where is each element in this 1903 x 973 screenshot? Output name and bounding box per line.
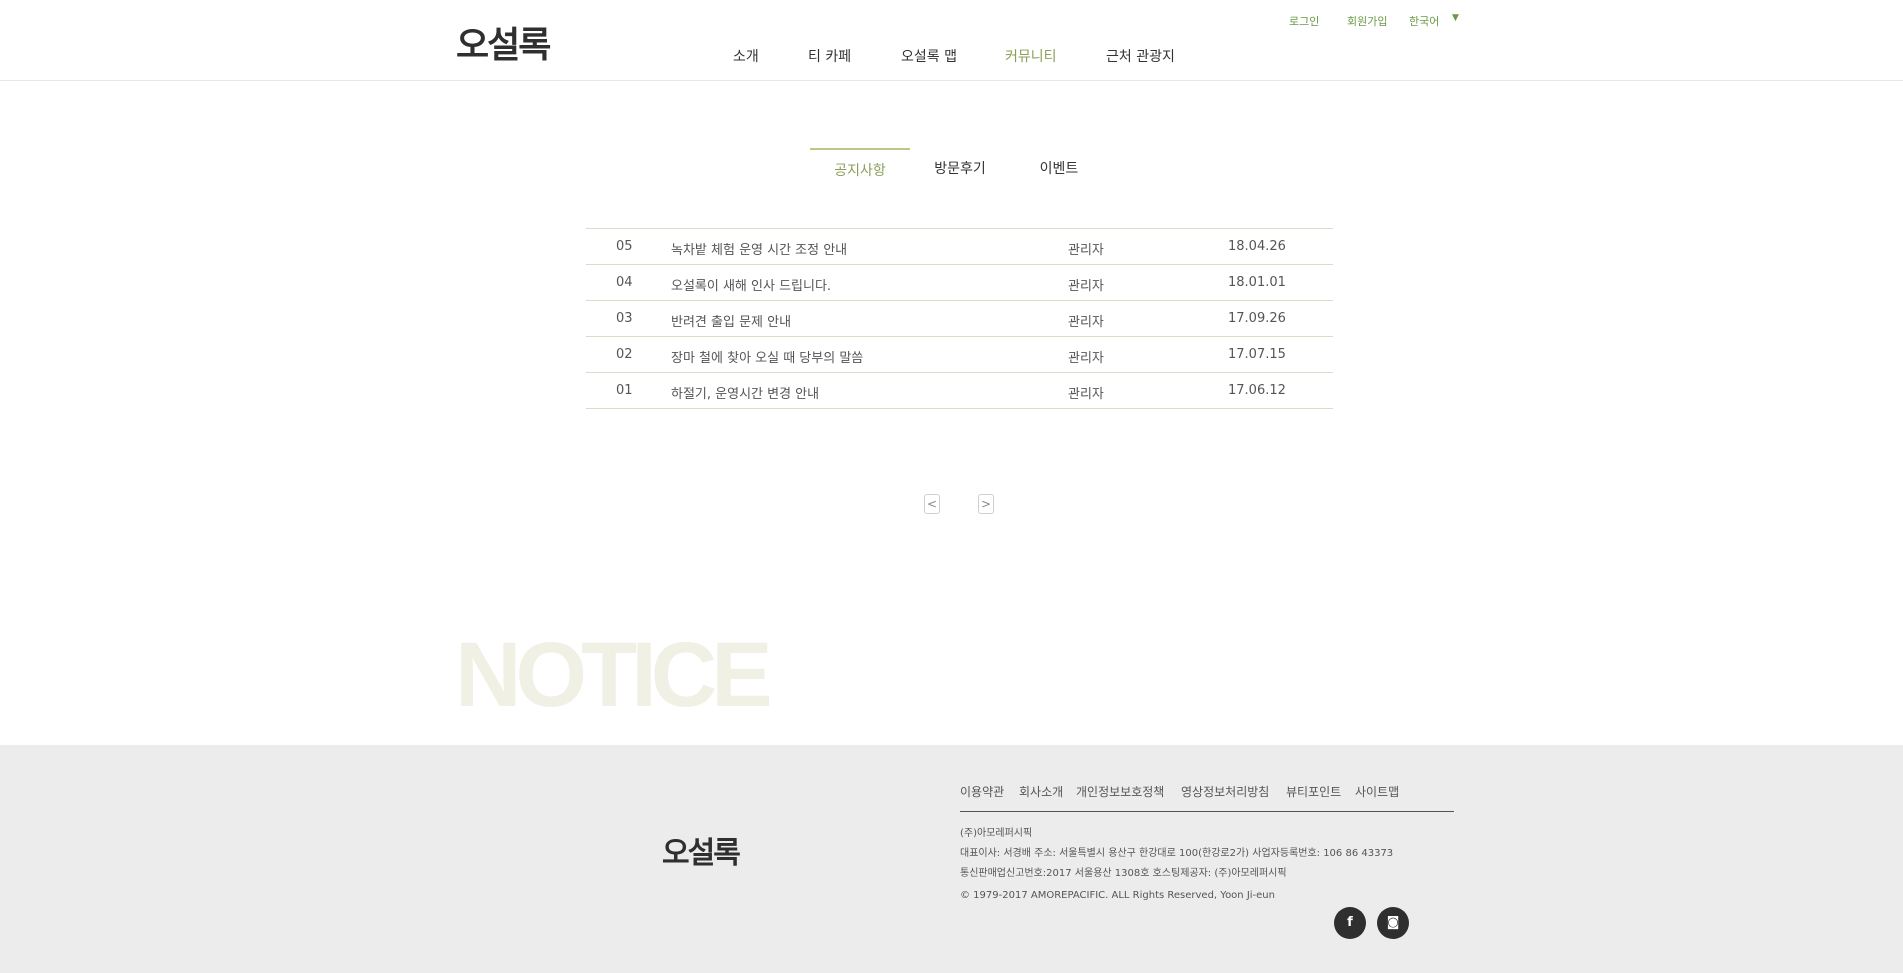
- row-date: 17.09.26: [1228, 311, 1286, 326]
- facebook-icon[interactable]: f: [1334, 907, 1366, 939]
- row-writer: 관리자: [1068, 315, 1104, 330]
- prev-page-button[interactable]: <: [924, 494, 940, 514]
- nav-item-intro[interactable]: 소개: [733, 46, 759, 66]
- table-row[interactable]: 02 장마 철에 찾아 오실 때 당부의 말씀 관리자 17.07.15: [586, 337, 1333, 373]
- main-nav: 소개 티 카페 오설록 맵 커뮤니티 근처 관광지: [0, 46, 1903, 66]
- footer-company: (주)아모레퍼시픽: [960, 828, 1033, 839]
- row-writer: 관리자: [1068, 387, 1104, 402]
- site-header: 오설록 소개 티 카페 오설록 맵 커뮤니티 근처 관광지 로그인 회원가입 한…: [0, 0, 1903, 81]
- table-row[interactable]: 01 하절기, 운영시간 변경 안내 관리자 17.06.12: [586, 373, 1333, 409]
- footer-link-beauty-point[interactable]: 뷰티포인트: [1286, 783, 1341, 800]
- row-title[interactable]: 하절기, 운영시간 변경 안내: [671, 383, 819, 402]
- row-number: 05: [616, 239, 633, 254]
- footer-divider: [960, 811, 1454, 812]
- table-row[interactable]: 05 녹차밭 체험 운영 시간 조정 안내 관리자 18.04.26: [586, 229, 1333, 265]
- row-number: 03: [616, 311, 633, 326]
- tab-reviews[interactable]: 방문후기: [910, 148, 1010, 178]
- footer-link-cctv-policy[interactable]: 영상정보처리방침: [1181, 783, 1269, 800]
- row-number: 01: [616, 383, 633, 398]
- tab-events[interactable]: 이벤트: [1009, 148, 1109, 178]
- next-page-button[interactable]: >: [978, 494, 994, 514]
- row-writer: 관리자: [1068, 243, 1104, 258]
- row-writer: 관리자: [1068, 279, 1104, 294]
- footer-link-sitemap[interactable]: 사이트맵: [1355, 783, 1399, 800]
- footer-link-terms[interactable]: 이용약관: [960, 783, 1004, 800]
- row-title[interactable]: 장마 철에 찾아 오실 때 당부의 말씀: [671, 347, 863, 366]
- site-footer: 오설록 이용약관 회사소개 개인정보보호정책 영상정보처리방침 뷰티포인트 사이…: [0, 745, 1903, 973]
- language-select[interactable]: 한국어: [1409, 13, 1439, 29]
- tab-notice[interactable]: 공지사항: [810, 148, 910, 179]
- row-number: 02: [616, 347, 633, 362]
- nav-item-community[interactable]: 커뮤니티: [1005, 46, 1057, 66]
- signup-link[interactable]: 회원가입: [1347, 13, 1387, 29]
- footer-info-line-1: 대표이사: 서경배 주소: 서울특별시 용산구 한강대로 100(한강로2가) …: [960, 848, 1394, 859]
- footer-copyright: © 1979-2017 AMOREPACIFIC. ALL Rights Res…: [960, 890, 1275, 901]
- chevron-down-icon[interactable]: ▼: [1452, 13, 1459, 23]
- board-tabs: 공지사항 방문후기 이벤트: [0, 148, 1903, 179]
- footer-logo: 오설록: [662, 836, 741, 871]
- login-link[interactable]: 로그인: [1289, 13, 1319, 29]
- footer-link-company[interactable]: 회사소개: [1019, 783, 1063, 800]
- row-title[interactable]: 녹차밭 체험 운영 시간 조정 안내: [671, 239, 847, 258]
- row-writer: 관리자: [1068, 351, 1104, 366]
- footer-info-line-2: 통신판매업신고번호:2017 서울용산 1308호 호스팅제공자: (주)아모레…: [960, 868, 1287, 879]
- row-date: 18.04.26: [1228, 239, 1286, 254]
- nav-item-nearby[interactable]: 근처 관광지: [1106, 46, 1175, 66]
- footer-link-privacy[interactable]: 개인정보보호정책: [1076, 783, 1164, 800]
- row-title[interactable]: 오설록이 새해 인사 드립니다.: [671, 275, 831, 294]
- table-row[interactable]: 04 오설록이 새해 인사 드립니다. 관리자 18.01.01: [586, 265, 1333, 301]
- notice-list: 05 녹차밭 체험 운영 시간 조정 안내 관리자 18.04.26 04 오설…: [586, 228, 1333, 409]
- row-date: 18.01.01: [1228, 275, 1286, 290]
- row-date: 17.06.12: [1228, 383, 1286, 398]
- nav-item-tea-cafe[interactable]: 티 카페: [808, 46, 851, 66]
- nav-item-map[interactable]: 오설록 맵: [901, 46, 957, 66]
- table-row[interactable]: 03 반려견 출입 문제 안내 관리자 17.09.26: [586, 301, 1333, 337]
- notice-watermark: NOTICE: [455, 624, 773, 726]
- row-number: 04: [616, 275, 633, 290]
- row-title[interactable]: 반려견 출입 문제 안내: [671, 311, 791, 330]
- instagram-icon[interactable]: ◙: [1377, 907, 1409, 939]
- row-date: 17.07.15: [1228, 347, 1286, 362]
